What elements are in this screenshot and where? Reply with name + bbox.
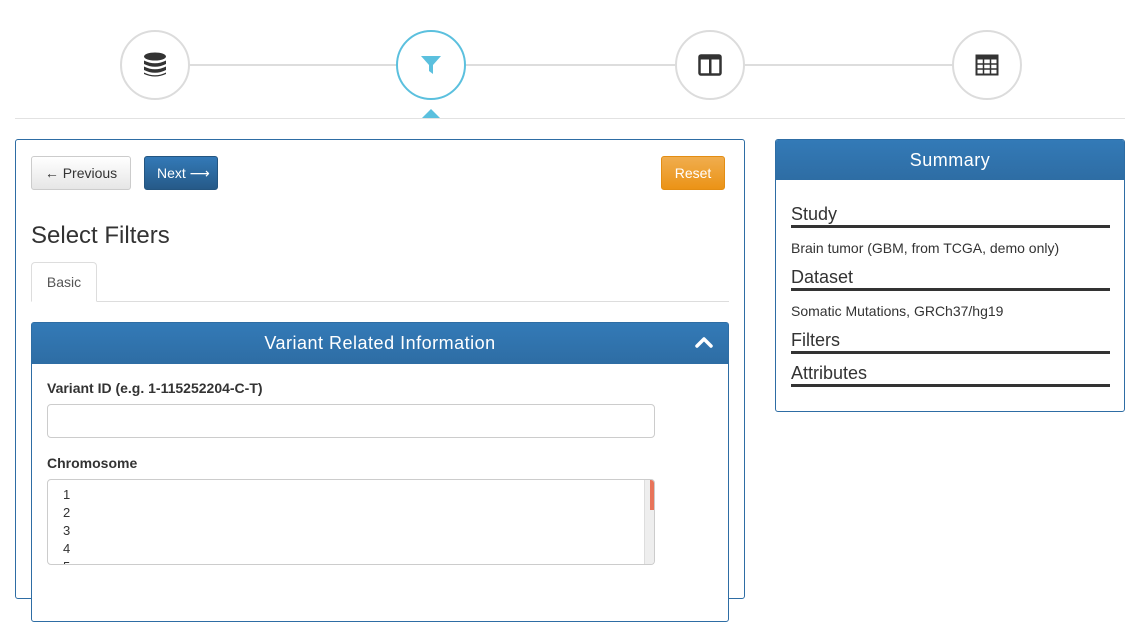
variant-info-section: Variant Related Information Variant ID (… — [31, 322, 729, 622]
table-icon — [975, 54, 999, 76]
summary-study-value: Brain tumor (GBM, from TCGA, demo only) — [791, 240, 1060, 256]
section-header[interactable]: Variant Related Information — [32, 323, 728, 364]
filters-panel: ← Previous Next ⟶ Reset Select Filters B… — [15, 139, 745, 622]
chromosome-option[interactable]: 4 — [63, 540, 654, 558]
database-icon — [144, 52, 166, 77]
chromosome-options: 1 2 3 4 5 — [48, 480, 654, 564]
step-results[interactable] — [952, 30, 1022, 100]
columns-icon — [698, 54, 722, 76]
page-title: Select Filters — [31, 222, 170, 249]
chromosome-option[interactable]: 5 — [63, 558, 654, 564]
chromosome-select[interactable]: 1 2 3 4 5 — [47, 479, 655, 565]
filter-icon — [421, 56, 441, 74]
summary-header: Summary — [776, 140, 1124, 180]
chevron-up-icon[interactable] — [695, 335, 713, 349]
step-dataset[interactable] — [120, 30, 190, 100]
next-button[interactable]: Next ⟶ — [144, 156, 218, 190]
summary-dataset-title: Dataset — [791, 266, 1110, 291]
summary-dataset-value: Somatic Mutations, GRCh37/hg19 — [791, 303, 1004, 319]
tabs-divider — [31, 301, 729, 302]
stepper-connector — [155, 64, 987, 66]
chromosome-option[interactable]: 1 — [63, 486, 654, 504]
chromosome-label: Chromosome — [47, 455, 138, 471]
variant-id-label: Variant ID (e.g. 1-115252204-C-T) — [47, 380, 263, 396]
stepper-divider — [15, 118, 1125, 119]
summary-study-title: Study — [791, 203, 1110, 228]
wizard-stepper — [0, 0, 1141, 120]
variant-id-input[interactable] — [47, 404, 655, 438]
chromosome-option[interactable]: 3 — [63, 522, 654, 540]
listbox-scroll-thumb[interactable] — [650, 480, 654, 510]
step-filters[interactable] — [396, 30, 466, 100]
summary-filters-title: Filters — [791, 329, 1110, 354]
section-title: Variant Related Information — [264, 333, 496, 353]
previous-button[interactable]: ← Previous — [31, 156, 131, 190]
tab-basic[interactable]: Basic — [31, 262, 97, 302]
reset-button[interactable]: Reset — [661, 156, 725, 190]
step-attributes[interactable] — [675, 30, 745, 100]
summary-attributes-title: Attributes — [791, 362, 1110, 387]
chromosome-option[interactable]: 2 — [63, 504, 654, 522]
summary-panel: Summary Study Brain tumor (GBM, from TCG… — [775, 139, 1125, 412]
